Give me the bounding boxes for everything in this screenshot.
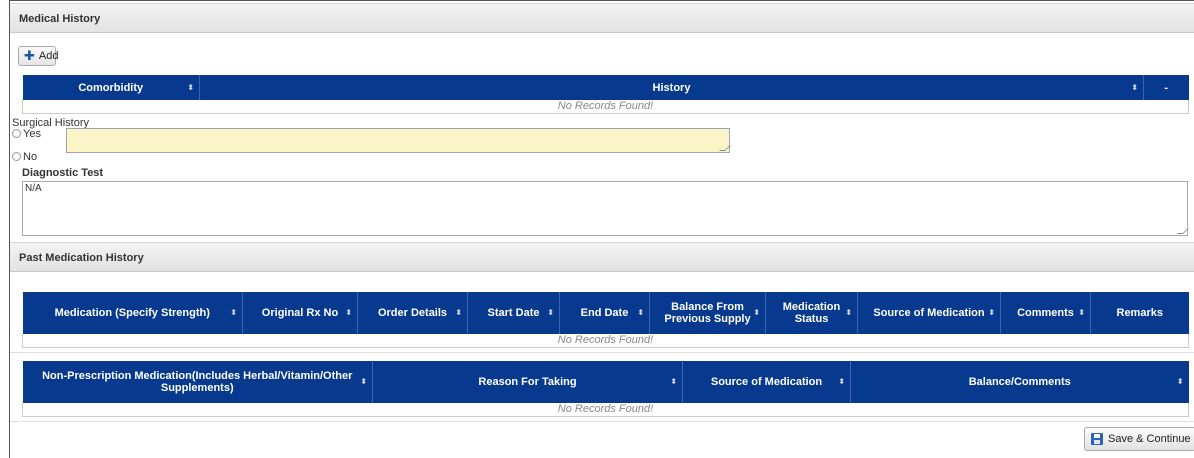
radio-no-label: No	[23, 151, 38, 163]
form-frame: Medical History ✚ Add Comorbidity ⬍ Histo…	[9, 0, 1194, 458]
sort-icon[interactable]: ⬍	[345, 307, 352, 319]
column-header-medication-status[interactable]: Medication Status ⬍	[765, 292, 858, 334]
column-header-history[interactable]: History ⬍	[199, 75, 1144, 100]
add-button-label: Add	[38, 50, 59, 62]
empty-row-message: No Records Found!	[22, 100, 1189, 114]
sort-icon[interactable]: ⬍	[670, 376, 677, 388]
column-header-reason[interactable]: Reason For Taking ⬍	[372, 361, 683, 403]
sort-icon[interactable]: ⬍	[838, 376, 845, 388]
sort-icon[interactable]: ⬍	[360, 376, 367, 388]
radio-no-option[interactable]: No	[12, 151, 37, 163]
section-title: Medical History	[19, 13, 101, 25]
sort-icon[interactable]: ⬍	[1177, 376, 1184, 388]
plus-icon: ✚	[24, 48, 35, 63]
comorbidity-table: Comorbidity ⬍ History ⬍ - No Records Found…	[22, 75, 1189, 114]
section-header-medical-history: Medical History	[10, 3, 1194, 33]
section-title: Past Medication History	[19, 252, 144, 264]
sort-icon[interactable]: ⬍	[753, 307, 760, 319]
column-header-non-prescription[interactable]: Non-Prescription Medication(Includes Her…	[22, 361, 373, 403]
sort-icon[interactable]: ⬍	[988, 307, 995, 319]
diagnostic-test-textarea[interactable]: N/A	[22, 181, 1189, 236]
column-header-source[interactable]: Source of Medication ⬍	[682, 361, 851, 403]
diagnostic-test-value: N/A	[25, 183, 42, 194]
save-and-continue-button[interactable]: Save & Continue	[1084, 427, 1194, 451]
radio-yes-label: Yes	[23, 128, 41, 140]
medication-table: Medication (Specify Strength) ⬍ Original …	[22, 292, 1189, 348]
divider	[10, 421, 1194, 422]
section-header-past-medication: Past Medication History	[10, 242, 1194, 272]
column-header-end-date[interactable]: End Date ⬍	[559, 292, 650, 334]
radio-yes-option[interactable]: Yes	[12, 128, 41, 140]
sort-icon[interactable]: ⬍	[547, 307, 554, 319]
save-button-label: Save & Continue	[1108, 433, 1191, 445]
column-header-source[interactable]: Source of Medication ⬍	[857, 292, 1001, 334]
diagnostic-test-label: Diagnostic Test	[22, 167, 104, 179]
sort-icon[interactable]: ⬍	[1078, 307, 1085, 319]
sort-icon[interactable]: ⬍	[230, 307, 237, 319]
column-header-order-details[interactable]: Order Details ⬍	[357, 292, 468, 334]
resize-handle-icon[interactable]	[1177, 228, 1189, 234]
surgical-history-input[interactable]	[66, 128, 731, 153]
sort-icon[interactable]: ⬍	[187, 82, 194, 94]
sort-icon[interactable]: ⬍	[845, 307, 852, 319]
empty-row-message: No Records Found!	[22, 334, 1189, 348]
save-icon	[1091, 433, 1103, 445]
resize-handle-icon[interactable]	[719, 145, 731, 151]
sort-icon[interactable]: ⬍	[1131, 82, 1138, 94]
sort-icon[interactable]: ⬍	[637, 307, 644, 319]
divider	[10, 352, 1194, 353]
non-prescription-table: Non-Prescription Medication(Includes Her…	[22, 361, 1189, 417]
column-header-original-rx[interactable]: Original Rx No ⬍	[242, 292, 358, 334]
column-header-comorbidity[interactable]: Comorbidity ⬍	[22, 75, 200, 100]
column-header-medication[interactable]: Medication (Specify Strength) ⬍	[22, 292, 243, 334]
column-header-comments[interactable]: Comments ⬍	[1000, 292, 1091, 334]
column-header-action: -	[1143, 75, 1189, 100]
add-button[interactable]: ✚ Add	[18, 46, 59, 66]
column-header-remarks: Remarks	[1090, 292, 1189, 334]
radio-yes[interactable]	[12, 129, 21, 138]
empty-row-message: No Records Found!	[22, 403, 1189, 417]
sort-icon[interactable]: ⬍	[455, 307, 462, 319]
radio-no[interactable]	[12, 152, 21, 161]
column-header-start-date[interactable]: Start Date ⬍	[467, 292, 560, 334]
column-header-balance[interactable]: Balance From Previous Supply ⬍	[649, 292, 766, 334]
column-header-balance-comments[interactable]: Balance/Comments ⬍	[850, 361, 1189, 403]
